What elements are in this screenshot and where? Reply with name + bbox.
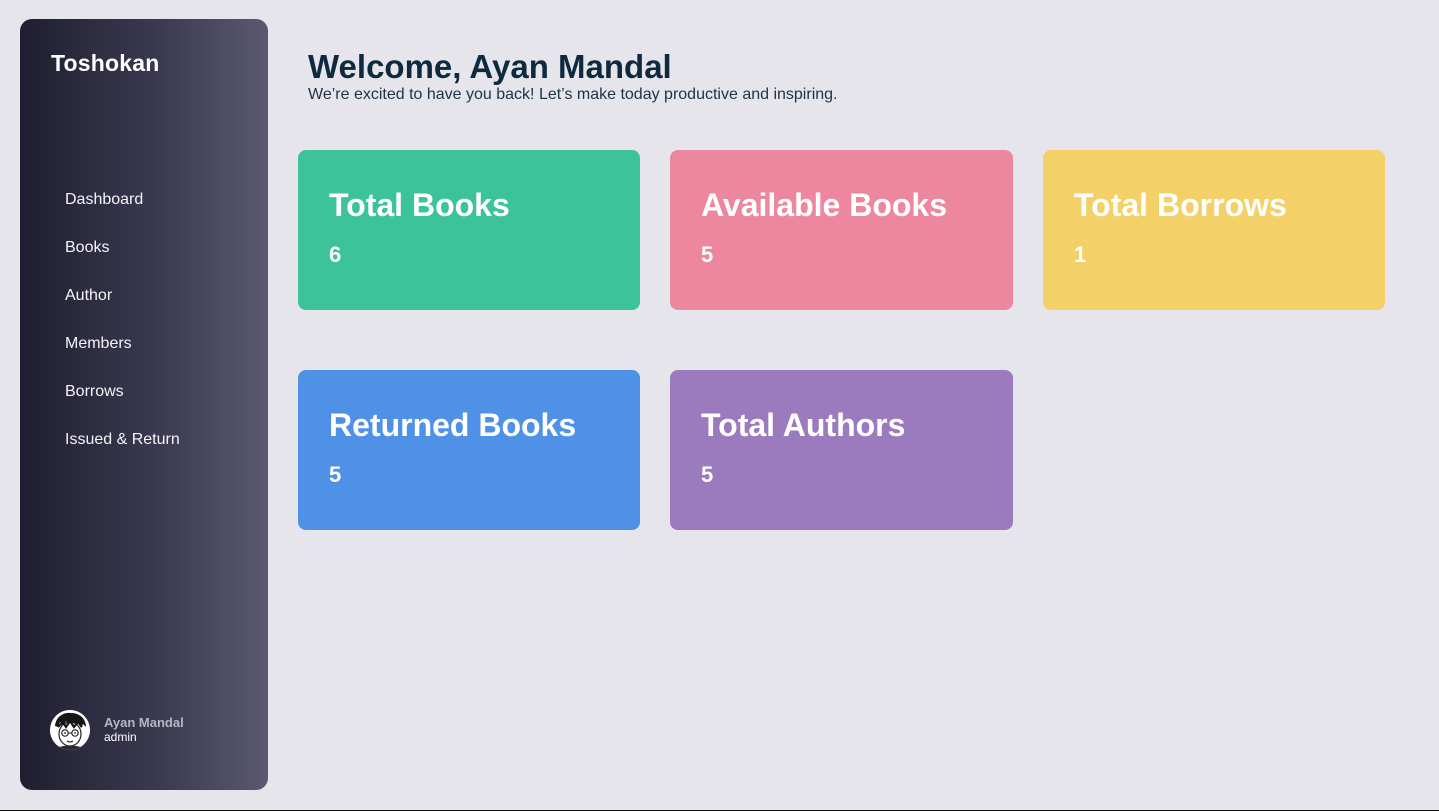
sidebar-item-dashboard[interactable]: Dashboard: [65, 187, 180, 235]
avatar: [50, 710, 90, 750]
stat-card-value: 5: [701, 242, 714, 267]
sidebar-item-borrows[interactable]: Borrows: [65, 379, 180, 427]
stat-card-available-books[interactable]: Available Books 5: [670, 150, 1013, 310]
sidebar-item-books[interactable]: Books: [65, 235, 180, 283]
stat-card-value: 5: [701, 462, 714, 487]
stat-card-value: 1: [1074, 242, 1087, 267]
app-logo-text[interactable]: Toshokan: [51, 50, 160, 77]
sidebar-nav: Dashboard Books Author Members Borrows I…: [65, 187, 180, 475]
stat-card-title: Returned Books: [329, 407, 577, 443]
page-header: Welcome, Ayan Mandal We’re excited to ha…: [308, 48, 837, 104]
profile-text: Ayan Mandal admin: [104, 715, 184, 745]
page-subtitle: We’re excited to have you back! Let’s ma…: [308, 86, 838, 103]
stat-card-value: 6: [329, 242, 342, 267]
sidebar: Toshokan Dashboard Books Author Members …: [20, 19, 268, 790]
user-avatar-icon: [50, 710, 90, 750]
stat-card-title: Total Books: [329, 187, 510, 223]
stat-card-total-books[interactable]: Total Books 6: [298, 150, 640, 310]
profile-role: admin: [104, 730, 137, 744]
stat-card-title: Total Authors: [701, 407, 906, 443]
stat-card-title: Available Books: [701, 187, 948, 223]
stat-card-total-authors[interactable]: Total Authors 5: [670, 370, 1013, 530]
sidebar-item-members[interactable]: Members: [65, 331, 180, 379]
profile-name: Ayan Mandal: [104, 715, 184, 730]
stat-card-total-borrows[interactable]: Total Borrows 1: [1043, 150, 1385, 310]
page-title: Welcome, Ayan Mandal: [308, 48, 672, 85]
stat-card-returned-books[interactable]: Returned Books 5: [298, 370, 640, 530]
sidebar-item-issued-return[interactable]: Issued & Return: [65, 427, 180, 475]
dashboard-page: Toshokan Dashboard Books Author Members …: [0, 0, 1439, 811]
stat-card-value: 5: [329, 462, 342, 487]
user-profile[interactable]: Ayan Mandal admin: [50, 710, 184, 750]
sidebar-item-author[interactable]: Author: [65, 283, 180, 331]
stat-card-title: Total Borrows: [1074, 187, 1287, 223]
